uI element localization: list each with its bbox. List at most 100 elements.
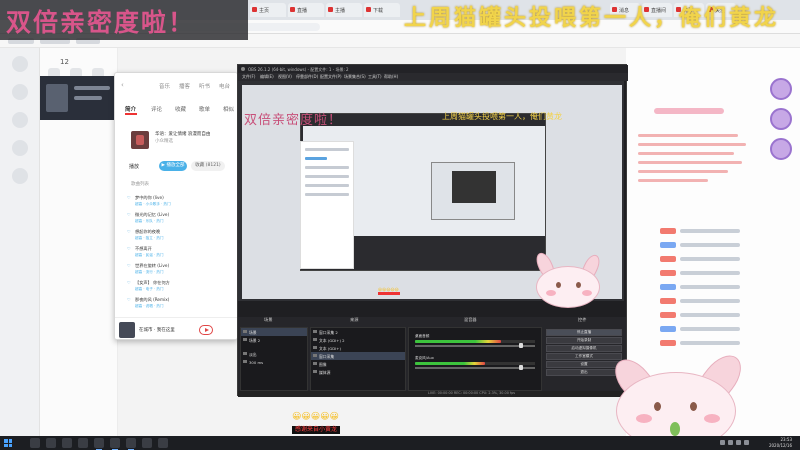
preview-title-left: 双倍亲密度啦！ <box>244 113 343 128</box>
song-item[interactable]: 不想离开超高 · 民谣 · 热门 <box>131 246 235 263</box>
transition-select[interactable]: 淡出 <box>241 350 307 358</box>
menu-scene-collection[interactable]: 场景集合(S) <box>344 74 366 80</box>
menu-file[interactable]: 文件(F) <box>242 74 255 80</box>
menu-docks[interactable]: 停靠部件(D) <box>296 74 318 80</box>
song-list-heading: 歌曲列表 <box>131 182 149 187</box>
tray-icon[interactable] <box>736 440 741 445</box>
system-clock[interactable]: 23:53 2020/12/16 <box>769 437 792 448</box>
song-item[interactable]: 世界在旋转 (Live)超高 · 流行 · 热门 <box>131 263 235 280</box>
sources-dock: 窗口采集 2 文本 (GDI+) 2 文本 (GDI+) 窗口采集 图像 媒体源 <box>310 327 406 391</box>
room-avatar <box>46 84 68 112</box>
menu-edit[interactable]: 编辑(E) <box>260 74 274 80</box>
song-meta: 超高 · 独立 · 热门 <box>135 236 164 240</box>
menu-tools[interactable]: 工具(T) <box>368 74 382 80</box>
gift-icon[interactable] <box>770 78 792 100</box>
gift-icon[interactable] <box>770 138 792 160</box>
tab-similar[interactable]: 相似 <box>223 105 234 113</box>
rail-icon[interactable] <box>12 84 28 100</box>
stop-streaming-button[interactable]: 停止直播 <box>546 329 622 336</box>
fan-badge <box>660 270 676 276</box>
song-item[interactable]: 想起你的夜晚超高 · 独立 · 热门 <box>131 229 235 246</box>
nested-line <box>305 166 349 169</box>
obs-window: OBS 26.1.2 (64-bit, windows) - 配置文件: 1 -… <box>237 64 628 397</box>
taskbar-app-icon[interactable] <box>78 438 88 448</box>
bunny-cheek <box>636 414 652 423</box>
source-item[interactable]: 图像 <box>311 360 405 368</box>
menu-help[interactable]: 帮助(H) <box>384 74 398 80</box>
scene-item[interactable]: 场景 2 <box>241 336 307 344</box>
taskbar-obs-icon[interactable] <box>126 438 136 450</box>
taskbar-app-icon[interactable] <box>158 438 168 448</box>
menu-view[interactable]: 视图(V) <box>278 74 292 80</box>
volume-knob[interactable] <box>518 343 523 348</box>
taskbar-app-icon[interactable] <box>94 438 104 450</box>
song-item[interactable]: 那夜的风 (Remix)超高 · 说唱 · 热门 <box>131 297 235 314</box>
back-icon[interactable]: ‹ <box>121 81 124 89</box>
gift-caption: 感谢来自小黄龙 <box>292 426 341 434</box>
nav-music[interactable]: 音乐 <box>159 82 170 90</box>
song-item[interactable]: 微光的记忆 (Live)超高 · 乐队 · 热门 <box>131 212 235 229</box>
music-top-nav: ‹ 音乐 播客 听书 电台 <box>115 73 237 97</box>
browser-tab[interactable]: 主页 <box>250 3 286 17</box>
obs-status-bar: LIVE: 00:00:00 REC: 00:00:00 CPU: 2.3%, … <box>238 391 626 397</box>
gift-icon[interactable] <box>770 108 792 130</box>
nav-radio[interactable]: 电台 <box>219 82 230 90</box>
collect-button[interactable]: 收藏 (8121) <box>191 161 225 171</box>
browser-tab[interactable]: 主播 <box>326 3 362 17</box>
volume-slider[interactable] <box>415 345 535 347</box>
album-actions: 播放 ▶ 播放全部 收藏 (8121) <box>129 161 237 173</box>
taskbar-app-icon[interactable] <box>142 438 152 448</box>
song-list: 梦中的你 (live)超高 · 小众歌手 · 热门 微光的记忆 (Live)超高… <box>131 195 235 314</box>
leaf-icon <box>670 422 680 436</box>
rail-icon[interactable] <box>12 56 28 72</box>
browser-tab[interactable]: 下载 <box>364 3 400 17</box>
volume-knob[interactable] <box>518 365 523 370</box>
audio-meter <box>415 340 502 343</box>
album-subtitle: 小众精选 <box>155 139 173 144</box>
room-card-line <box>74 86 110 90</box>
taskbar-app-icon[interactable] <box>46 438 56 448</box>
album-cover[interactable] <box>131 131 149 149</box>
taskbar-app-icon[interactable] <box>62 438 72 448</box>
tab-comments[interactable]: 评论 <box>151 105 162 113</box>
taskbar-app-icon[interactable] <box>30 438 40 448</box>
source-item[interactable]: 窗口采集 2 <box>311 328 405 336</box>
track-name: 麦克风/Aux <box>415 356 434 360</box>
source-item[interactable]: 文本 (GDI+) <box>311 344 405 352</box>
source-item[interactable]: 文本 (GDI+) 2 <box>311 336 405 344</box>
scene-item[interactable]: 场景 <box>241 328 307 336</box>
rail-icon[interactable] <box>12 112 28 128</box>
notice-line <box>638 161 742 164</box>
play-pause-button[interactable] <box>199 325 213 335</box>
tray-icon[interactable] <box>744 440 749 445</box>
room-notice <box>638 134 750 188</box>
volume-slider[interactable] <box>415 367 535 369</box>
album-info: 华语：爱让情绪 浪漫而自由 小众精选 <box>155 131 235 145</box>
play-all-button[interactable]: ▶ 播放全部 <box>159 161 187 171</box>
nav-audiobook[interactable]: 听书 <box>199 82 210 90</box>
taskbar-app-icon[interactable] <box>110 438 120 450</box>
tab-playlist[interactable]: 歌单 <box>199 105 210 113</box>
song-item[interactable]: 【女声】 你在何方超高 · 电子 · 热门 <box>131 280 235 297</box>
mixer-dock: 桌面音频 麦克风/Aux <box>408 327 542 391</box>
tab-favorites[interactable]: 收藏 <box>175 105 186 113</box>
nav-podcast[interactable]: 播客 <box>179 82 190 90</box>
rail-icon[interactable] <box>12 168 28 184</box>
active-tab-underline <box>125 113 137 115</box>
menu-profile[interactable]: 配置文件(P) <box>320 74 342 80</box>
rail-icon[interactable] <box>12 140 28 156</box>
tab-intro[interactable]: 简介 <box>125 105 136 113</box>
windows-start-icon[interactable] <box>4 439 12 447</box>
fan-badge <box>660 312 676 318</box>
source-item[interactable]: 媒体源 <box>311 368 405 376</box>
browser-tab[interactable]: 直播 <box>288 3 324 17</box>
transition-duration[interactable]: 300 ms <box>241 358 307 366</box>
tray-icon[interactable] <box>720 440 725 445</box>
tray-icon[interactable] <box>728 440 733 445</box>
source-item[interactable]: 窗口采集 <box>311 352 405 360</box>
now-playing-cover[interactable] <box>119 322 135 338</box>
start-recording-button[interactable]: 开始录制 <box>546 337 622 344</box>
room-card[interactable] <box>40 76 118 120</box>
song-item[interactable]: 梦中的你 (live)超高 · 小众歌手 · 热门 <box>131 195 235 212</box>
nested-line <box>305 175 349 178</box>
